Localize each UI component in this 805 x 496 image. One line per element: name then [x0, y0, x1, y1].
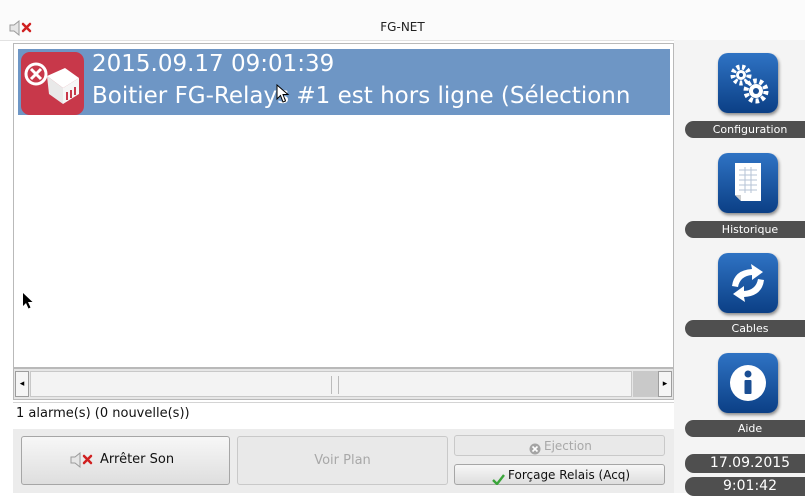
horizontal-scrollbar[interactable]: ◂ ▸ [13, 368, 674, 400]
alarm-message: Boitier FG-Relays #1 est hors ligne (Sél… [92, 83, 631, 109]
force-relay-button[interactable]: Forçage Relais (Acq) [454, 464, 665, 486]
info-icon[interactable] [718, 353, 778, 413]
scroll-right-arrow-icon[interactable]: ▸ [658, 371, 672, 397]
mouse-cursor-icon [23, 293, 33, 309]
speaker-muted-icon [70, 451, 98, 472]
scroll-left-arrow-icon[interactable]: ◂ [15, 371, 29, 397]
scrollbar-grip [331, 376, 339, 394]
current-date: 17.09.2015 [685, 454, 805, 473]
alarm-row[interactable]: 2015.09.17 09:01:39 Boitier FG-Relays #1… [18, 49, 670, 115]
view-plan-label: Voir Plan [314, 453, 371, 468]
bottom-toolbar: Arrêter Son Voir Plan Ejection Forçage R… [13, 429, 674, 493]
stop-sound-button[interactable]: Arrêter Son [21, 436, 230, 485]
close-circle-icon [529, 440, 541, 459]
current-time: 9:01:42 [685, 477, 805, 496]
force-relay-label: Forçage Relais (Acq) [508, 468, 631, 482]
alarm-timestamp: 2015.09.17 09:01:39 [92, 51, 335, 77]
ejection-label: Ejection [544, 439, 592, 453]
mouse-cursor-icon [276, 84, 290, 103]
document-icon[interactable] [718, 153, 778, 213]
ejection-button[interactable]: Ejection [454, 435, 665, 456]
stop-sound-label: Arrêter Son [100, 452, 175, 467]
gears-icon[interactable] [718, 53, 778, 113]
cables-sync-icon[interactable] [718, 253, 778, 313]
alarm-count-status: 1 alarme(s) (0 nouvelle(s)) [13, 402, 674, 424]
sidebar-item-configuration[interactable]: Configuration [685, 121, 805, 138]
offline-relay-icon [21, 52, 84, 115]
window-title: FG-NET [380, 20, 425, 34]
checkmark-icon [492, 470, 505, 489]
title-bar: FG-NET [0, 0, 805, 41]
view-plan-button[interactable]: Voir Plan [237, 436, 448, 485]
sidebar-item-historique[interactable]: Historique [685, 221, 805, 238]
scrollbar-thumb[interactable] [30, 371, 632, 397]
sidebar: Configuration Historique Cables Aide 17.… [674, 40, 805, 496]
sidebar-item-cables[interactable]: Cables [685, 320, 805, 337]
alarm-list[interactable]: 2015.09.17 09:01:39 Boitier FG-Relays #1… [13, 43, 674, 368]
sidebar-item-aide[interactable]: Aide [685, 420, 805, 437]
